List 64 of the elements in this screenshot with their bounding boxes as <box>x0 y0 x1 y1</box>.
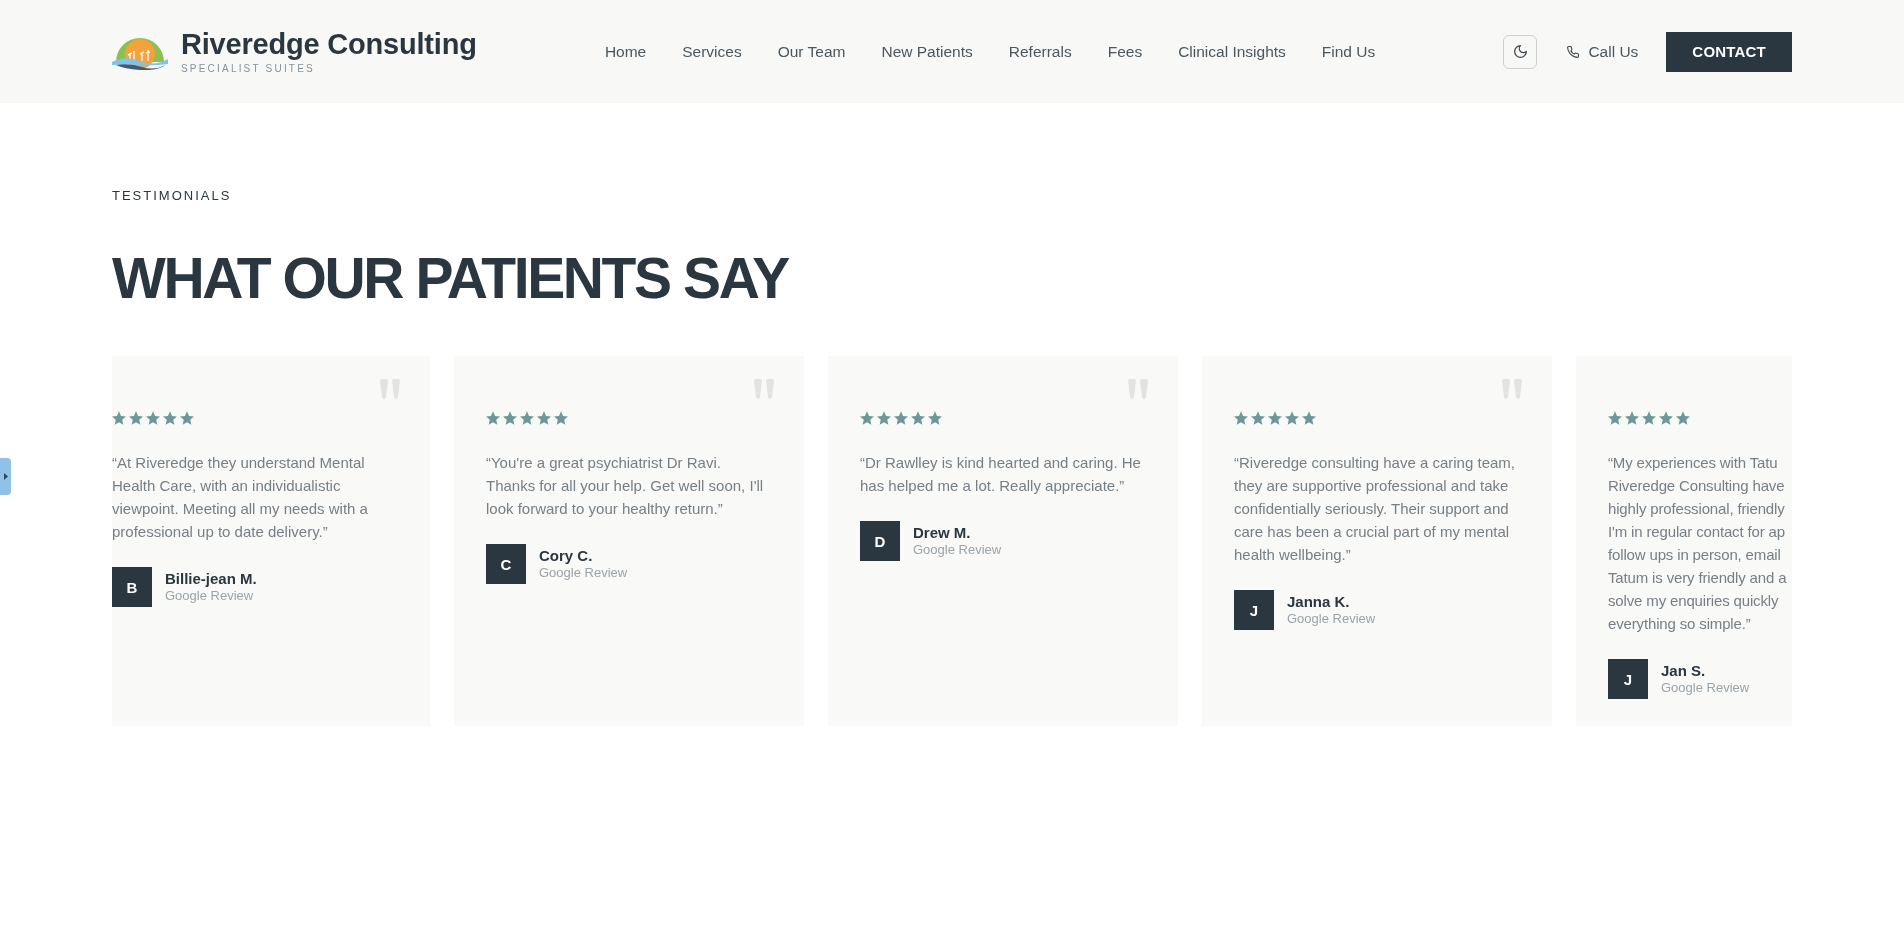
review-source: Google Review <box>165 588 254 604</box>
contact-button[interactable]: CONTACT <box>1666 31 1792 72</box>
star-icon <box>1625 411 1639 425</box>
star-icon <box>928 411 942 425</box>
quote-text: “Riveredge consulting have a caring team, they are supportive professional and take confidentially seriously. Their support and care has been a crucial part of my mental health wellbeing.” <box>1234 453 1516 565</box>
star-icon <box>1234 411 1248 425</box>
review-source: Google Review <box>1287 611 1376 627</box>
reviewer-name: Billie-jean M. <box>165 570 257 588</box>
star-icon <box>537 411 551 425</box>
star-icon <box>180 411 194 425</box>
quote-text: “My experiences with Tatu Riveredge Consulting have highly professional, friendly I'm in regular contact for ap follow ups in person, email Tatum is very friendly and a solve my enquiries quickly everything so simple.” <box>1608 453 1787 634</box>
star-icon <box>1659 411 1673 425</box>
star-icon <box>1676 411 1690 425</box>
review-source: Google Review <box>539 565 628 581</box>
star-icon <box>877 411 891 425</box>
quote-text: “You're a great psychiatrist Dr Ravi. Thanks for all your help. Get well soon, I'll look forward to your healthy return.” <box>486 453 765 519</box>
phone-icon[interactable] <box>1567 45 1580 58</box>
star-icon <box>1608 411 1622 425</box>
star-icon <box>520 411 534 425</box>
star-icon <box>146 411 160 425</box>
reviewer-name: Janna K. <box>1287 593 1350 611</box>
caret-icon <box>3 473 8 480</box>
star-icon <box>911 411 925 425</box>
review-source: Google Review <box>913 542 1002 558</box>
section-heading: WHAT OUR PATIENTS SAY <box>112 248 788 308</box>
nav-link[interactable]: Our Team <box>777 42 846 61</box>
review-source: Google Review <box>1661 680 1750 696</box>
star-icon <box>1642 411 1656 425</box>
avatar-initial: D <box>860 521 900 561</box>
star-icon <box>1251 411 1265 425</box>
nav-link[interactable]: Referrals <box>1008 42 1072 61</box>
star-icon <box>486 411 500 425</box>
reviewer-name: Drew M. <box>913 524 971 542</box>
section-label: TESTIMONIALS <box>112 188 232 204</box>
reviewer-name: Cory C. <box>539 547 593 565</box>
brand-tagline: SPECIALIST SUITES <box>181 63 315 75</box>
star-icon <box>112 411 126 425</box>
brand-name[interactable]: Riveredge Consulting <box>181 28 477 60</box>
quote-text: “Dr Rawlley is kind hearted and caring. He has helped me a lot. Really appreciate.” <box>860 453 1142 496</box>
nav-link[interactable]: Clinical Insights <box>1178 42 1286 61</box>
theme-toggle-button[interactable] <box>1503 34 1538 69</box>
nav-link[interactable]: Home <box>604 42 647 61</box>
nav-link[interactable]: Find Us <box>1321 42 1376 61</box>
star-icon <box>129 411 143 425</box>
avatar-initial: J <box>1608 659 1648 699</box>
avatar-initial: J <box>1234 590 1274 630</box>
star-icon <box>554 411 568 425</box>
nav-link[interactable]: Services <box>682 42 742 61</box>
reviewer-name: Jan S. <box>1661 662 1706 680</box>
side-panel-tab[interactable] <box>0 458 11 495</box>
star-icon <box>163 411 177 425</box>
star-icon <box>1268 411 1282 425</box>
nav-link[interactable]: New Patients <box>881 42 973 61</box>
star-icon <box>894 411 908 425</box>
star-icon <box>503 411 517 425</box>
avatar-initial: C <box>486 544 526 584</box>
star-icon <box>1285 411 1299 425</box>
moon-icon <box>1513 45 1527 58</box>
quote-text: “At Riveredge they understand Mental Health Care, with an individualistic viewpoint. Meeting all my needs with a professional up to date delivery.” <box>112 453 369 542</box>
avatar-initial: B <box>112 567 152 607</box>
star-icon <box>860 411 874 425</box>
call-link[interactable]: Call Us <box>1588 42 1639 61</box>
star-icon <box>1302 411 1316 425</box>
nav-link[interactable]: Fees <box>1107 42 1143 61</box>
